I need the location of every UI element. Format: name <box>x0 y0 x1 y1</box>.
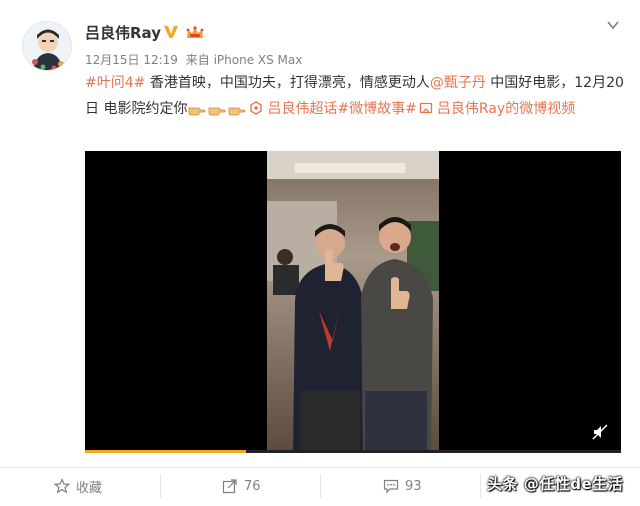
supertopic-icon <box>250 101 263 115</box>
repost-icon <box>222 479 237 494</box>
comment-icon <box>383 479 399 494</box>
verified-v-badge-icon <box>164 26 178 38</box>
repost-count: 76 <box>244 478 261 494</box>
video-link-icon <box>419 102 433 114</box>
video-progress-fill <box>85 450 246 453</box>
hashtag-weibo-story[interactable]: #微博故事# <box>337 101 416 117</box>
post-content: #叶问4# 香港首映，中国功夫，打得漂亮，情感更动人@甄子丹 中国好电影，12月… <box>85 70 625 122</box>
comment-count: 93 <box>405 478 422 494</box>
watermark-text: 头条 @任性de生活 <box>487 475 624 493</box>
user-avatar[interactable] <box>22 21 72 71</box>
favorite-button[interactable]: 收藏 <box>54 468 102 504</box>
username[interactable]: 吕良伟Ray <box>85 22 161 43</box>
hashtag-ipman4[interactable]: #叶问4# <box>85 75 145 91</box>
post-timestamp[interactable]: 12月15日 12:19 <box>85 53 178 67</box>
video-progress-bar[interactable] <box>85 450 621 453</box>
chevron-down-icon[interactable] <box>606 18 620 32</box>
action-divider <box>480 474 481 498</box>
repost-button[interactable]: 76 <box>222 468 261 504</box>
comment-button[interactable]: 93 <box>383 468 422 504</box>
pointing-hand-icon <box>209 107 226 116</box>
post-meta: 12月15日 12:19 来自 iPhone XS Max <box>85 51 306 68</box>
vip-crown-icon[interactable] <box>185 25 205 41</box>
mute-icon[interactable] <box>591 423 609 441</box>
supertopic-link[interactable]: 吕良伟超话 <box>267 101 337 117</box>
video-thumbnail <box>267 151 439 453</box>
pointing-hand-icon <box>229 107 246 116</box>
pointing-hand-icon <box>189 107 206 116</box>
post-source: 来自 iPhone XS Max <box>185 53 303 67</box>
video-source-link[interactable]: 吕良伟Ray的微博视频 <box>437 101 575 117</box>
avatar-image <box>23 22 71 70</box>
video-player[interactable] <box>85 151 621 453</box>
content-text-1: 香港首映，中国功夫，打得漂亮，情感更动人 <box>145 75 430 91</box>
weibo-post-card: 吕良伟Ray 12月15日 12:19 来自 iPhone XS Max #叶问… <box>0 0 640 506</box>
action-divider <box>320 474 321 498</box>
favorite-label: 收藏 <box>76 480 103 496</box>
mention-donnie-yen[interactable]: @甄子丹 <box>430 75 486 91</box>
star-icon <box>54 478 70 494</box>
video-frame <box>267 151 439 453</box>
action-divider <box>160 474 161 498</box>
